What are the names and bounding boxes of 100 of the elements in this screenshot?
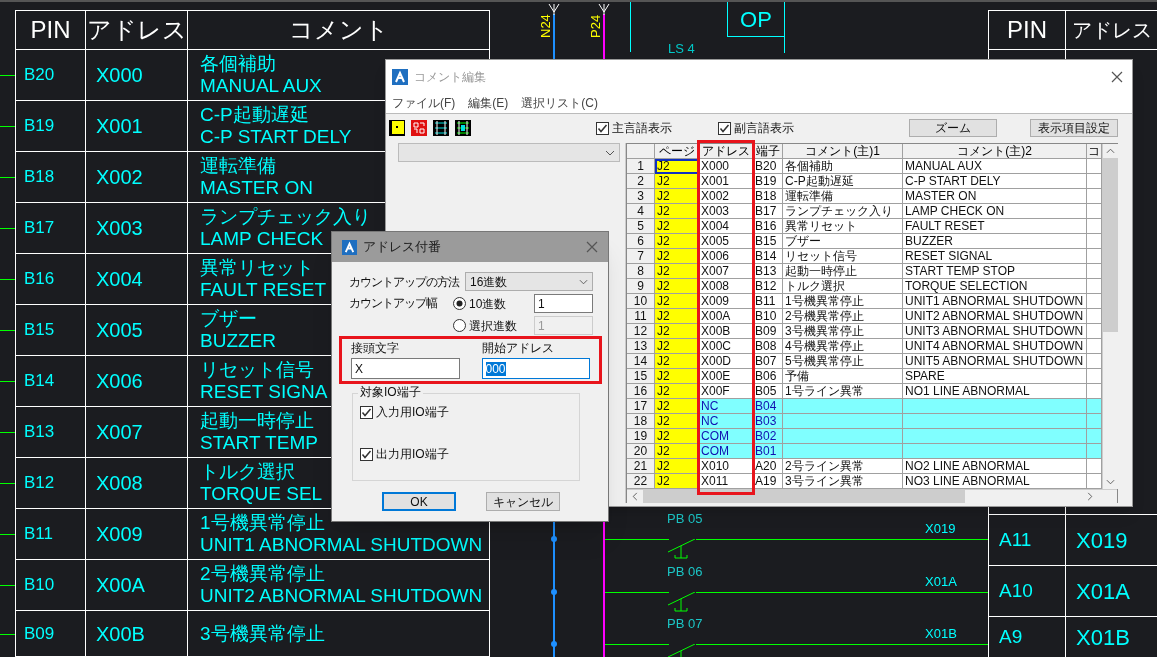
table-cell[interactable]: NO2 LINE ABNORMAL: [903, 459, 1087, 474]
table-cell[interactable]: [1087, 204, 1102, 219]
table-cell[interactable]: UNIT1 ABNORMAL SHUTDOWN: [903, 294, 1087, 309]
table-cell[interactable]: ランプチェック入り: [783, 204, 903, 219]
table-cell[interactable]: 運転準備: [783, 189, 903, 204]
table-cell[interactable]: B19: [753, 174, 783, 189]
toolbar-button[interactable]: 表示項目設定: [1030, 119, 1118, 137]
dropdown[interactable]: [398, 143, 620, 162]
table-cell[interactable]: [903, 444, 1087, 459]
table-cell[interactable]: J2: [655, 249, 699, 264]
table-cell[interactable]: J2: [655, 204, 699, 219]
table-cell[interactable]: START TEMP STOP: [903, 264, 1087, 279]
table-cell[interactable]: SPARE: [903, 369, 1087, 384]
close-icon[interactable]: [1111, 70, 1123, 83]
table-cell[interactable]: UNIT2 ABNORMAL SHUTDOWN: [903, 309, 1087, 324]
table-cell[interactable]: J2: [655, 279, 699, 294]
table-cell[interactable]: X001: [699, 174, 753, 189]
table-cell[interactable]: B09: [753, 324, 783, 339]
table-cell[interactable]: RESET SIGNAL: [903, 249, 1087, 264]
table-cell[interactable]: BUZZER: [903, 234, 1087, 249]
table-cell[interactable]: C-P起動遅延: [783, 174, 903, 189]
table-cell[interactable]: X005: [699, 234, 753, 249]
table-cell[interactable]: B10: [753, 309, 783, 324]
table-cell[interactable]: [1087, 234, 1102, 249]
table-cell[interactable]: J2: [655, 174, 699, 189]
toolbar-button[interactable]: ズーム: [909, 119, 997, 137]
table-cell[interactable]: X00E: [699, 369, 753, 384]
chevron-down-icon[interactable]: [1106, 479, 1115, 485]
table-cell[interactable]: MANUAL AUX: [903, 159, 1087, 174]
table-cell[interactable]: J2: [655, 369, 699, 384]
table-cell[interactable]: COM: [699, 444, 753, 459]
menu-item[interactable]: 編集(E): [468, 94, 509, 112]
table-cell[interactable]: J2: [655, 219, 699, 234]
table-cell[interactable]: UNIT3 ABNORMAL SHUTDOWN: [903, 324, 1087, 339]
table-cell[interactable]: 3号機異常停止: [783, 324, 903, 339]
table-cell[interactable]: [1087, 414, 1102, 429]
table-cell[interactable]: J2: [655, 234, 699, 249]
checkbox[interactable]: [360, 405, 373, 419]
table-cell[interactable]: NC: [699, 399, 753, 414]
radio-button[interactable]: [453, 297, 466, 310]
table-cell[interactable]: X00A: [699, 309, 753, 324]
table-cell[interactable]: C-P START DELY: [903, 174, 1087, 189]
dialog-button[interactable]: OK: [382, 492, 456, 511]
table-cell[interactable]: 異常リセット: [783, 219, 903, 234]
table-cell[interactable]: [1087, 354, 1102, 369]
scroll-thumb[interactable]: [643, 490, 965, 503]
table-cell[interactable]: J2: [655, 324, 699, 339]
table-cell[interactable]: [1087, 309, 1102, 324]
table-cell[interactable]: J2: [655, 309, 699, 324]
table-cell[interactable]: [1087, 474, 1102, 489]
chevron-up-icon[interactable]: [1106, 148, 1115, 154]
table-cell[interactable]: [903, 414, 1087, 429]
table-cell[interactable]: J2: [655, 339, 699, 354]
checkbox[interactable]: [596, 121, 609, 135]
table-cell[interactable]: [1087, 219, 1102, 234]
input-field[interactable]: 1: [534, 294, 593, 313]
table-cell[interactable]: X000: [699, 159, 753, 174]
table-cell[interactable]: UNIT4 ABNORMAL SHUTDOWN: [903, 339, 1087, 354]
table-cell[interactable]: NO1 LINE ABNORMAL: [903, 384, 1087, 399]
table-cell[interactable]: J2: [655, 459, 699, 474]
table-cell[interactable]: B08: [753, 339, 783, 354]
table-cell[interactable]: J2: [655, 159, 699, 174]
column-header[interactable]: コ: [1087, 144, 1102, 159]
table-cell[interactable]: X010: [699, 459, 753, 474]
table-cell[interactable]: B04: [753, 399, 783, 414]
chevron-left-icon[interactable]: [632, 492, 638, 501]
table-cell[interactable]: [1087, 384, 1102, 399]
table-cell[interactable]: B11: [753, 294, 783, 309]
checkbox[interactable]: [718, 121, 731, 135]
table-cell[interactable]: X00D: [699, 354, 753, 369]
table-cell[interactable]: A19: [753, 474, 783, 489]
table-cell[interactable]: NO3 LINE ABNORMAL: [903, 474, 1087, 489]
table-cell[interactable]: J2: [655, 429, 699, 444]
table-cell[interactable]: ブザー: [783, 234, 903, 249]
table-cell[interactable]: X002: [699, 189, 753, 204]
table-cell[interactable]: [1087, 399, 1102, 414]
dropdown[interactable]: 16進数: [465, 272, 593, 291]
table-cell[interactable]: J2: [655, 294, 699, 309]
table-cell[interactable]: B07: [753, 354, 783, 369]
table-cell[interactable]: J2: [655, 354, 699, 369]
table-cell[interactable]: 各個補助: [783, 159, 903, 174]
table-cell[interactable]: X003: [699, 204, 753, 219]
table-cell[interactable]: X00B: [699, 324, 753, 339]
chevron-right-icon[interactable]: [1087, 492, 1093, 501]
table-cell[interactable]: FAULT RESET: [903, 219, 1087, 234]
table-cell[interactable]: 5号機異常停止: [783, 354, 903, 369]
table-cell[interactable]: 2号機異常停止: [783, 309, 903, 324]
table-cell[interactable]: X008: [699, 279, 753, 294]
table-cell[interactable]: [1087, 189, 1102, 204]
table-cell[interactable]: 3号ライン異常: [783, 474, 903, 489]
table-cell[interactable]: [1087, 459, 1102, 474]
table-icon[interactable]: [433, 120, 449, 136]
table-cell[interactable]: J2: [655, 384, 699, 399]
table-cell[interactable]: B01: [753, 444, 783, 459]
table-cell[interactable]: [1087, 159, 1102, 174]
table-cell[interactable]: J2: [655, 444, 699, 459]
table-cell[interactable]: B17: [753, 204, 783, 219]
table-cell[interactable]: B16: [753, 219, 783, 234]
column-header[interactable]: 端子: [753, 144, 783, 159]
scroll-thumb[interactable]: [1103, 158, 1118, 332]
